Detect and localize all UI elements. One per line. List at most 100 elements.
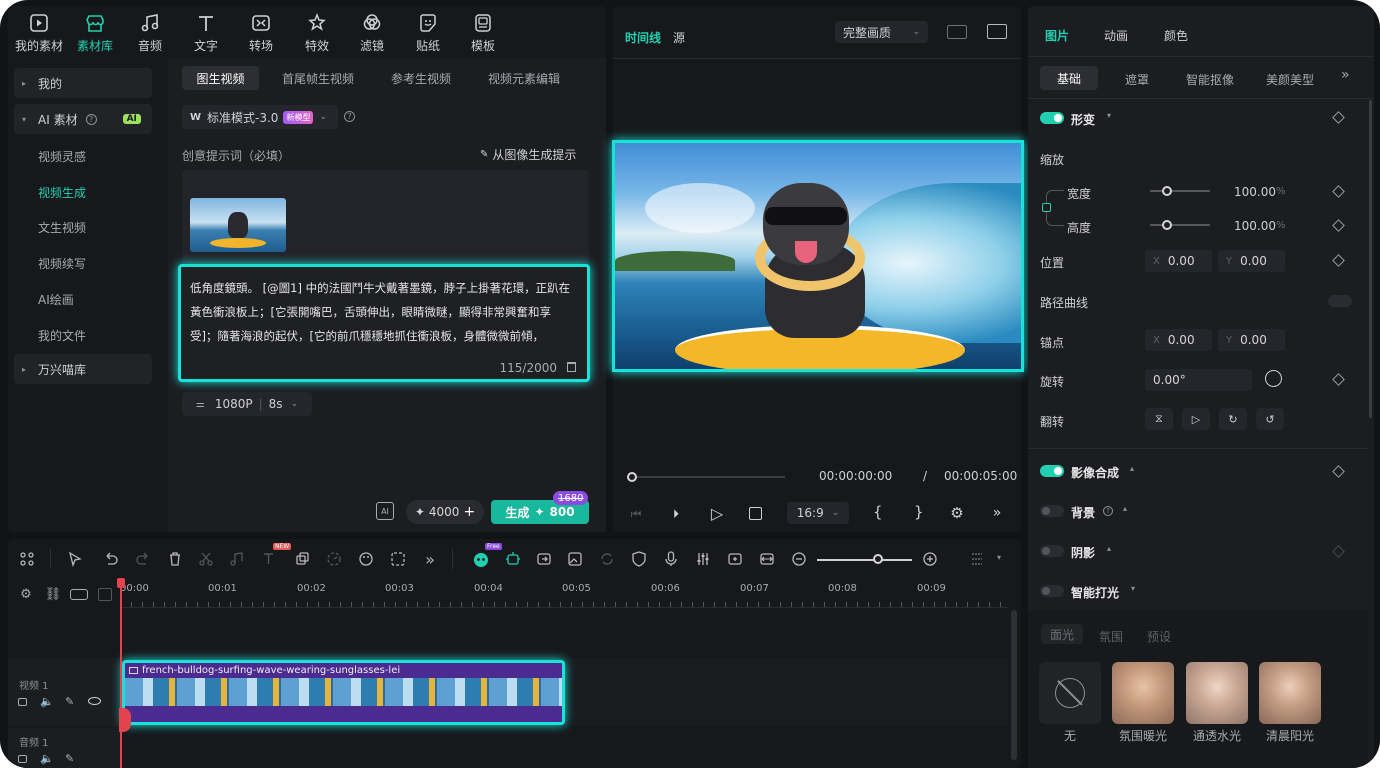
quality-select[interactable]: 完整画质 ⌄: [835, 21, 928, 43]
sidebar-ai-assets[interactable]: ▾ AI 素材 ? AI: [14, 104, 152, 134]
preview-viewport[interactable]: [612, 140, 1024, 372]
track-layout-icon[interactable]: [966, 548, 988, 570]
image-edit-icon[interactable]: [564, 548, 586, 570]
toolbar-transition[interactable]: 转场: [233, 12, 289, 54]
sidebar-mine[interactable]: ▸ 我的: [14, 68, 152, 98]
light-preset-none[interactable]: [1039, 662, 1101, 724]
track-mute-icon[interactable]: 🔈: [40, 752, 54, 765]
flip-horizontal-button[interactable]: ⧖: [1145, 408, 1173, 430]
track-lock-icon[interactable]: [18, 755, 27, 763]
ai-mate-icon[interactable]: [470, 548, 492, 570]
subtab-basic[interactable]: 基础: [1040, 66, 1098, 90]
video-clip[interactable]: french-bulldog-surfing-wave-wearing-sung…: [122, 660, 565, 725]
height-value[interactable]: 100.00: [1234, 219, 1276, 233]
generate-from-image-link[interactable]: ✎ 从图像生成提示: [480, 146, 576, 163]
color-match-icon[interactable]: [355, 548, 377, 570]
background-toggle[interactable]: [1040, 505, 1064, 517]
sidebar-wanxing[interactable]: ▸ 万兴喵库: [14, 354, 152, 384]
play-icon[interactable]: ▷: [707, 503, 727, 523]
caret-down-icon[interactable]: ▾: [1107, 111, 1111, 120]
tab-image[interactable]: 图片: [1045, 27, 1069, 44]
more-tools-icon[interactable]: »: [419, 548, 441, 570]
caret-down-icon[interactable]: ▾: [997, 553, 1001, 562]
compositing-toggle[interactable]: [1040, 465, 1064, 477]
reference-image-thumbnail[interactable]: [190, 198, 286, 252]
aspect-ratio-select[interactable]: 16:9 ⌄: [787, 502, 849, 524]
path-curve-toggle[interactable]: [1328, 295, 1352, 307]
sync-icon[interactable]: [596, 548, 618, 570]
height-slider[interactable]: [1150, 224, 1210, 226]
playhead-handle[interactable]: [117, 578, 125, 588]
zoom-out-icon[interactable]: [788, 548, 810, 570]
track-lock-icon[interactable]: [18, 698, 27, 706]
stop-icon[interactable]: [749, 507, 762, 520]
mode-select[interactable]: W 标准模式-3.0 新模型 ⌄: [182, 105, 338, 129]
subtab-smart-cutout[interactable]: 智能抠像: [1186, 71, 1234, 88]
toolbar-my-media[interactable]: 我的素材: [11, 12, 67, 54]
scope-icon[interactable]: [987, 24, 1007, 39]
ai-tools-icon[interactable]: [387, 548, 409, 570]
help-icon[interactable]: ?: [1103, 506, 1113, 516]
flip-vertical-button[interactable]: ▷: [1182, 408, 1210, 430]
tab-timeline[interactable]: 时间线: [625, 29, 661, 46]
rotate-field[interactable]: 0.00°: [1145, 369, 1252, 391]
subtab-beauty[interactable]: 美颜美型: [1266, 71, 1314, 88]
tab-element-edit[interactable]: 视频元素编辑: [478, 66, 570, 90]
audio-mixer-icon[interactable]: [692, 548, 714, 570]
select-cursor-icon[interactable]: [64, 548, 86, 570]
sidebar-item-ai-painting[interactable]: AI绘画: [38, 291, 74, 308]
microphone-icon[interactable]: [660, 548, 682, 570]
width-value[interactable]: 100.00: [1234, 185, 1276, 199]
height-slider-handle[interactable]: [1162, 220, 1172, 230]
scrubber-handle[interactable]: [627, 472, 637, 482]
zoom-slider[interactable]: [817, 559, 912, 561]
fit-timeline-icon[interactable]: [756, 548, 778, 570]
resolution-duration-select[interactable]: ⚌ 1080P | 8s ⌄: [182, 392, 312, 416]
mark-in-button[interactable]: {: [873, 503, 883, 521]
track-settings-icon[interactable]: ⚙: [18, 586, 34, 602]
track-effects-icon[interactable]: ✎: [65, 695, 74, 708]
track-mute-icon[interactable]: 🔈: [40, 695, 54, 708]
light-preset-morning[interactable]: [1259, 662, 1321, 724]
toolbar-text[interactable]: 文字: [178, 12, 234, 54]
prev-frame-icon[interactable]: ⏮: [627, 505, 645, 523]
prompt-textarea[interactable]: 低角度鏡頭。 [@圖1] 中的法國鬥牛犬戴著墨鏡，脖子上掛著花環，正趴在黃色衝浪…: [178, 264, 590, 382]
anchor-y-field[interactable]: Y 0.00: [1218, 329, 1285, 351]
tab-image-to-video[interactable]: 图生视频: [182, 66, 259, 90]
caret-up-icon[interactable]: ▴: [1123, 504, 1127, 513]
crop-icon[interactable]: [291, 548, 313, 570]
zoom-slider-handle[interactable]: [873, 554, 883, 564]
split-icon[interactable]: [195, 548, 217, 570]
sidebar-item-video-continue[interactable]: 视频续写: [38, 255, 86, 272]
tab-reference-video[interactable]: 参考生视频: [380, 66, 462, 90]
rotate-cw-button[interactable]: ↻: [1219, 408, 1247, 430]
redo-icon[interactable]: [132, 548, 154, 570]
light-tab-ambient[interactable]: 氛围: [1099, 628, 1123, 645]
light-preset-warm[interactable]: [1112, 662, 1174, 724]
rotate-ccw-button[interactable]: ↺: [1256, 408, 1284, 430]
robot-icon[interactable]: [502, 548, 524, 570]
subtab-mask[interactable]: 遮罩: [1125, 71, 1149, 88]
shadow-toggle[interactable]: [1040, 545, 1064, 557]
grid-view-icon[interactable]: [947, 25, 967, 39]
sidebar-item-text-to-video[interactable]: 文生视频: [38, 219, 86, 236]
playhead[interactable]: [120, 580, 122, 768]
trash-icon[interactable]: [567, 362, 576, 372]
credits-button[interactable]: ✦ 4000 +: [406, 500, 484, 524]
sidebar-item-my-files[interactable]: 我的文件: [38, 327, 86, 344]
settings-icon[interactable]: ⚙: [948, 504, 966, 522]
toolbar-audio[interactable]: 音频: [122, 12, 178, 54]
light-preset-clear[interactable]: [1186, 662, 1248, 724]
light-tab-face[interactable]: 面光: [1041, 624, 1083, 644]
audio-detach-icon[interactable]: [226, 548, 248, 570]
export-clip-icon[interactable]: [533, 548, 555, 570]
toolbar-templates[interactable]: 模板: [455, 12, 511, 54]
light-tab-preset[interactable]: 预设: [1147, 628, 1171, 645]
caret-down-icon[interactable]: ▾: [1131, 584, 1135, 593]
timeline-scrollbar[interactable]: [1011, 610, 1017, 760]
track-effects-icon[interactable]: ✎: [65, 752, 74, 765]
position-y-field[interactable]: Y 0.00: [1218, 250, 1285, 272]
rotate-dial-icon[interactable]: [1265, 370, 1282, 387]
track-visibility-icon[interactable]: [88, 697, 101, 705]
mark-out-button[interactable]: }: [914, 503, 924, 521]
